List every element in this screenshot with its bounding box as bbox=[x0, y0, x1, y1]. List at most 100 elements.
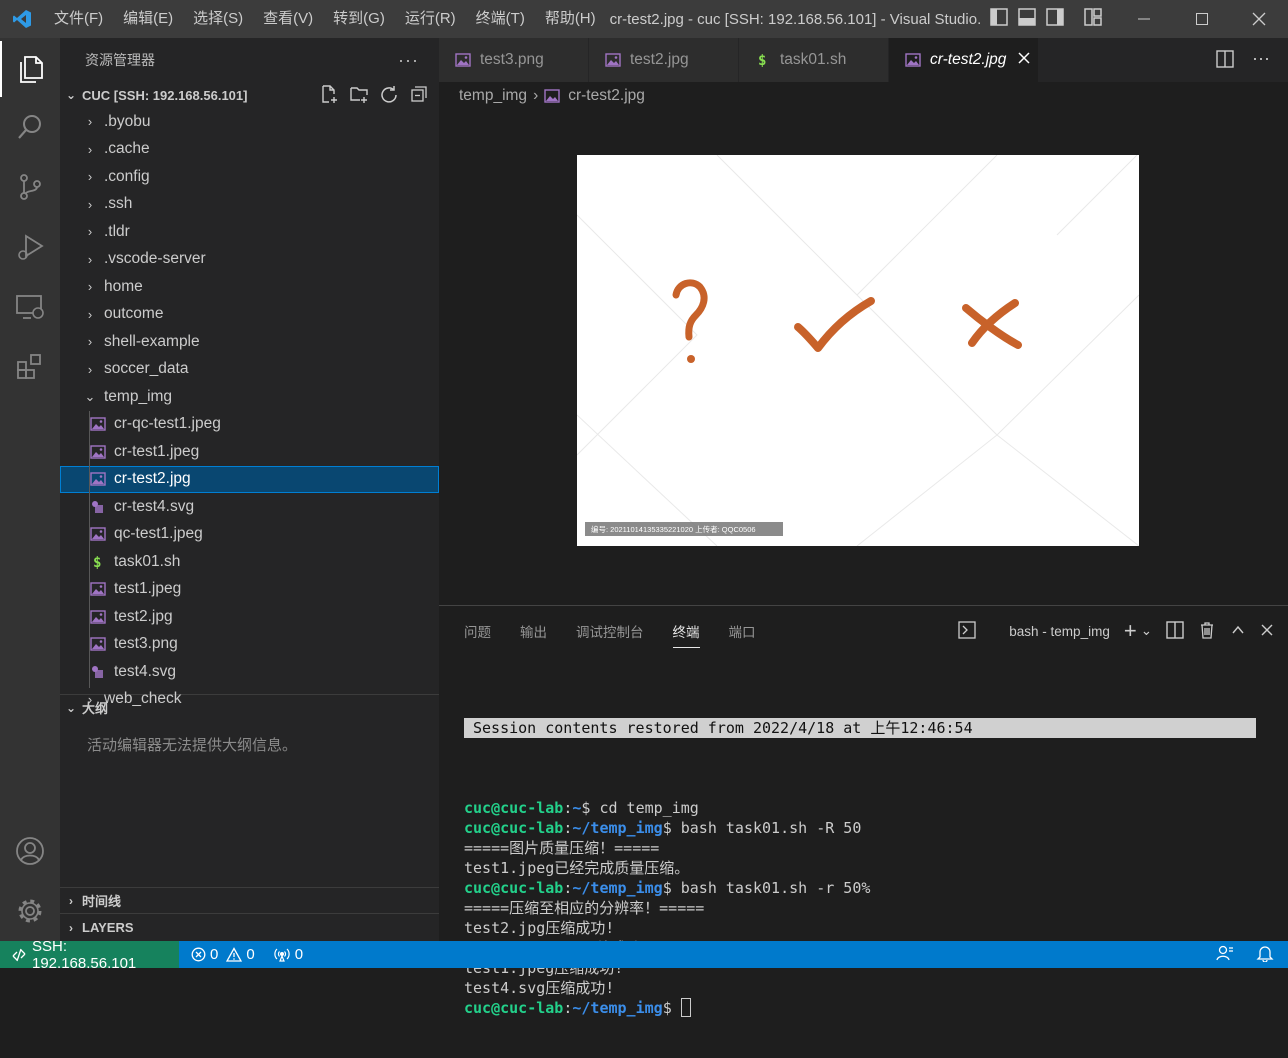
problems-indicator[interactable]: 0 0 bbox=[191, 946, 255, 963]
menu-item[interactable]: 帮助(H) bbox=[535, 0, 606, 38]
more-actions-button[interactable]: ··· bbox=[398, 50, 419, 71]
svg-icon bbox=[90, 665, 106, 679]
window-title: cr-test2.jpg - cuc [SSH: 192.168.56.101]… bbox=[609, 10, 982, 28]
menu-item[interactable]: 选择(S) bbox=[183, 0, 253, 38]
file-item[interactable]: test4.svg bbox=[60, 658, 439, 686]
folder-item[interactable]: › .vscode-server bbox=[60, 246, 439, 274]
folder-label: outcome bbox=[104, 305, 164, 323]
terminal-selector[interactable]: bash - temp_img bbox=[1009, 624, 1110, 639]
layout-controls bbox=[989, 8, 1102, 30]
file-item[interactable]: cr-qc-test1.jpeg bbox=[60, 411, 439, 439]
maximize-button[interactable] bbox=[1173, 0, 1231, 38]
menu-item[interactable]: 查看(V) bbox=[253, 0, 323, 38]
folder-label: home bbox=[104, 277, 143, 295]
breadcrumb-folder[interactable]: temp_img bbox=[459, 87, 527, 105]
notifications-bell-icon[interactable] bbox=[1256, 944, 1274, 966]
command-text: bash task01.sh -r 50% bbox=[671, 879, 871, 897]
menu-item[interactable]: 运行(R) bbox=[395, 0, 466, 38]
file-item[interactable]: cr-test1.jpeg bbox=[60, 438, 439, 466]
timeline-section-header[interactable]: › 时间线 bbox=[60, 887, 439, 913]
workspace-root-header[interactable]: ⌄ CUC [SSH: 192.168.56.101] bbox=[60, 82, 439, 108]
new-folder-icon[interactable] bbox=[349, 84, 369, 107]
folder-item[interactable]: ⌄ temp_img bbox=[60, 383, 439, 411]
svg-icon bbox=[90, 500, 106, 514]
source-control-icon[interactable] bbox=[0, 159, 60, 215]
folder-item[interactable]: › .tldr bbox=[60, 218, 439, 246]
remote-explorer-icon[interactable] bbox=[0, 279, 60, 335]
remote-icon bbox=[12, 948, 26, 962]
kill-terminal-trash-icon[interactable] bbox=[1198, 621, 1216, 642]
editor-tab[interactable]: test3.png bbox=[439, 38, 589, 82]
menu-item[interactable]: 文件(F) bbox=[44, 0, 113, 38]
menu-item[interactable]: 转到(G) bbox=[323, 0, 395, 38]
toggle-primary-sidebar-icon[interactable] bbox=[989, 8, 1008, 30]
folder-item[interactable]: › web_check bbox=[60, 686, 439, 714]
folder-item[interactable]: › .byobu bbox=[60, 108, 439, 136]
folder-item[interactable]: › outcome bbox=[60, 301, 439, 329]
explorer-icon[interactable] bbox=[0, 41, 60, 97]
feedback-icon[interactable] bbox=[1216, 944, 1234, 966]
split-editor-icon[interactable] bbox=[1216, 50, 1234, 73]
folder-item[interactable]: › .config bbox=[60, 163, 439, 191]
customize-layout-icon[interactable] bbox=[1083, 8, 1102, 30]
drawn-symbols bbox=[672, 279, 1022, 363]
file-item[interactable]: qc-test1.jpeg bbox=[60, 521, 439, 549]
terminal-output[interactable]: Session contents restored from 2022/4/18… bbox=[464, 678, 1256, 1058]
manage-gear-icon[interactable] bbox=[0, 883, 60, 939]
editor-tab[interactable]: test2.jpg bbox=[589, 38, 739, 82]
collapse-all-icon[interactable] bbox=[409, 84, 429, 107]
vscode-logo-icon bbox=[0, 0, 44, 38]
chevron-down-icon[interactable]: ⌄ bbox=[1141, 623, 1152, 639]
new-file-icon[interactable] bbox=[319, 84, 339, 107]
new-terminal-icon[interactable]: + bbox=[1124, 620, 1137, 642]
refresh-icon[interactable] bbox=[379, 84, 399, 107]
file-item[interactable]: cr-test4.svg bbox=[60, 493, 439, 521]
extensions-icon[interactable] bbox=[0, 339, 60, 395]
more-actions-icon[interactable]: ··· bbox=[1252, 49, 1270, 73]
chevron-right-icon: › bbox=[87, 196, 93, 212]
folder-item[interactable]: › home bbox=[60, 273, 439, 301]
session-restored-banner: Session contents restored from 2022/4/18… bbox=[464, 718, 1256, 738]
editor-tab[interactable]: $ task01.sh bbox=[739, 38, 889, 82]
folder-item[interactable]: › shell-example bbox=[60, 328, 439, 356]
editor-tab[interactable]: cr-test2.jpg bbox=[889, 38, 1039, 82]
panel-tab[interactable]: 输出 bbox=[520, 621, 547, 641]
question-mark-dot bbox=[687, 355, 695, 363]
prompt-path: ~/temp_img bbox=[572, 999, 663, 1017]
file-label: test1.jpeg bbox=[114, 580, 182, 598]
split-terminal-icon[interactable] bbox=[1166, 620, 1184, 642]
forwarded-ports-indicator[interactable]: 0 bbox=[273, 946, 303, 963]
file-item[interactable]: test1.jpeg bbox=[60, 576, 439, 604]
remote-indicator[interactable]: SSH: 192.168.56.101 bbox=[0, 938, 179, 972]
bottom-panel: 问题 输出 调试控制台 终端 端口 bash - temp_img + ⌄ Sessio… bbox=[439, 605, 1288, 1017]
folder-item[interactable]: › .ssh bbox=[60, 191, 439, 219]
panel-tab[interactable]: 问题 bbox=[464, 621, 491, 641]
breadcrumb-file[interactable]: cr-test2.jpg bbox=[568, 87, 645, 105]
file-item[interactable]: $ task01.sh bbox=[60, 548, 439, 576]
close-tab-icon[interactable] bbox=[1018, 51, 1030, 69]
toggle-panel-icon[interactable] bbox=[1017, 8, 1036, 30]
panel-tab[interactable]: 调试控制台 bbox=[576, 621, 644, 641]
maximize-panel-chevron-up-icon[interactable] bbox=[1230, 622, 1246, 641]
image-icon bbox=[90, 417, 106, 431]
panel-tab[interactable]: 端口 bbox=[729, 621, 756, 641]
file-item[interactable]: test3.png bbox=[60, 631, 439, 659]
command-text: cd temp_img bbox=[590, 799, 699, 817]
minimize-button[interactable] bbox=[1115, 0, 1173, 38]
file-item[interactable]: test2.jpg bbox=[60, 603, 439, 631]
folder-item[interactable]: › .cache bbox=[60, 136, 439, 164]
toggle-secondary-sidebar-icon[interactable] bbox=[1045, 8, 1064, 30]
terminal-line: cuc@cuc-lab:~/temp_img$ bash task01.sh -… bbox=[464, 819, 862, 837]
prompt-user: cuc@cuc-lab bbox=[464, 999, 564, 1017]
close-panel-icon[interactable] bbox=[1260, 623, 1274, 640]
account-icon[interactable] bbox=[0, 823, 60, 879]
image-icon bbox=[90, 527, 106, 541]
run-debug-icon[interactable] bbox=[0, 219, 60, 275]
close-window-button[interactable] bbox=[1230, 0, 1288, 38]
file-item[interactable]: cr-test2.jpg bbox=[60, 465, 439, 493]
menu-item[interactable]: 终端(T) bbox=[466, 0, 535, 38]
folder-item[interactable]: › soccer_data bbox=[60, 356, 439, 384]
menu-item[interactable]: 编辑(E) bbox=[113, 0, 183, 38]
search-icon[interactable] bbox=[0, 99, 60, 155]
panel-tab[interactable]: 终端 bbox=[672, 621, 700, 648]
